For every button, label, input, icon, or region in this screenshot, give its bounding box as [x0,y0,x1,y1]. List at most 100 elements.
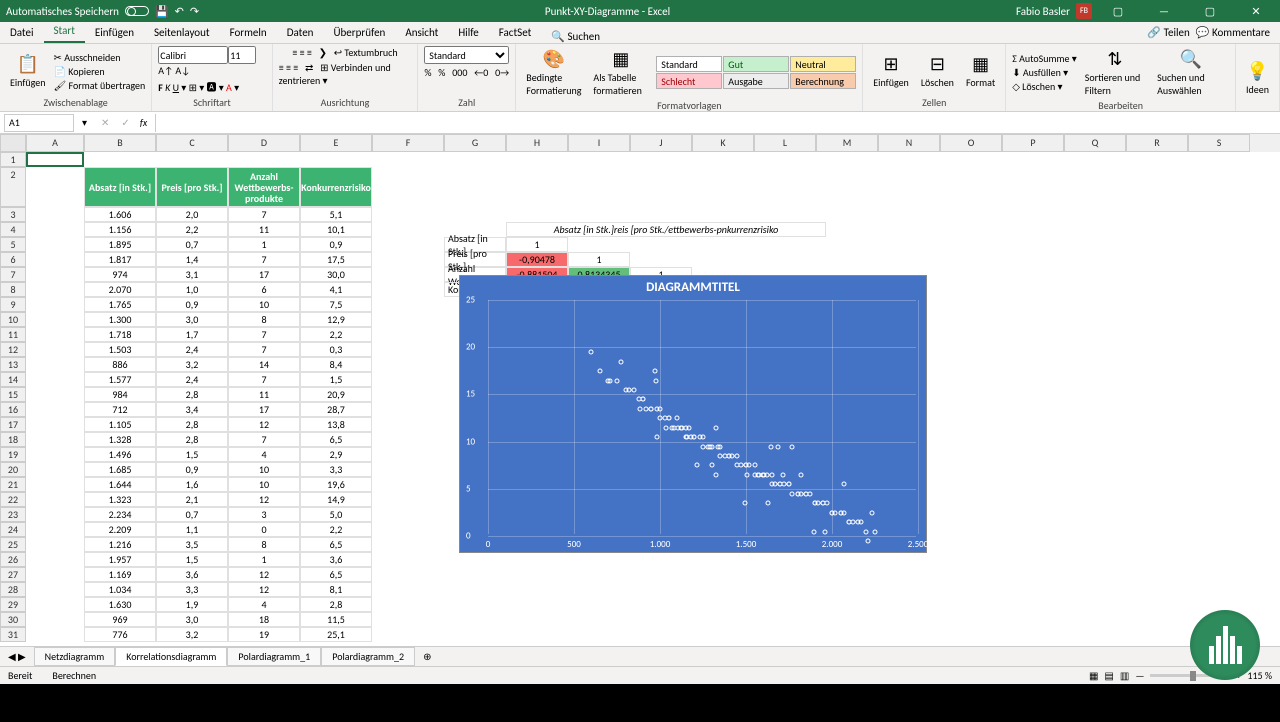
cell[interactable]: 7 [228,432,300,447]
cell[interactable]: 1.105 [84,417,156,432]
cell[interactable]: 5,1 [300,207,372,222]
cell[interactable]: 7 [228,327,300,342]
table-format-button[interactable]: ▦Als Tabelle formatieren [589,46,652,99]
cell[interactable]: 1.765 [84,297,156,312]
cell[interactable]: 7,5 [300,297,372,312]
col-head[interactable]: D [228,134,300,152]
user-avatar[interactable]: FB [1076,3,1092,19]
cell[interactable]: 10 [228,462,300,477]
cell[interactable]: 11 [228,222,300,237]
cell[interactable]: 969 [84,612,156,627]
cell[interactable]: 1.496 [84,447,156,462]
row-head[interactable]: 12 [0,342,26,357]
cell[interactable]: Anzahl Wettbewerbs-produkte [228,167,300,207]
cell[interactable]: 2.070 [84,282,156,297]
cell[interactable]: 10 [228,477,300,492]
number-format[interactable]: Standard [424,46,509,64]
cell[interactable]: 18 [228,612,300,627]
cell[interactable]: 8 [228,537,300,552]
cell[interactable]: 0,3 [300,342,372,357]
cell[interactable]: 2,8 [300,597,372,612]
cell[interactable]: Preis [pro Stk.] [156,167,228,207]
cell[interactable]: 1.644 [84,477,156,492]
fill-button[interactable]: ⬇ Ausfüllen ▾ [1012,66,1077,79]
row-head[interactable]: 25 [0,537,26,552]
close-icon[interactable]: ✕ [1236,1,1276,21]
col-head[interactable]: C [156,134,228,152]
cell[interactable]: 1,1 [156,522,228,537]
cell[interactable]: 12,9 [300,312,372,327]
cell[interactable]: 3,2 [156,357,228,372]
name-box[interactable] [4,114,74,132]
cell[interactable]: 25,1 [300,627,372,642]
cell[interactable]: 12 [228,492,300,507]
cell[interactable]: 1.300 [84,312,156,327]
cell[interactable]: 1,5 [156,552,228,567]
cell[interactable]: 1.817 [84,252,156,267]
cell[interactable]: 0,9 [156,462,228,477]
cell[interactable]: 4 [228,597,300,612]
cell[interactable]: 1.156 [84,222,156,237]
cell[interactable]: 0,7 [156,507,228,522]
col-head[interactable]: R [1126,134,1188,152]
col-head[interactable]: B [84,134,156,152]
style-schlecht[interactable]: Schlecht [656,73,722,89]
col-head[interactable]: N [878,134,940,152]
chart[interactable]: DIAGRAMMTITEL 051015202505001.0001.5002.… [459,275,927,553]
cell[interactable]: 3,1 [156,267,228,282]
row-head[interactable]: 22 [0,492,26,507]
fx-icon[interactable]: fx [140,116,147,129]
tab-insert[interactable]: Einfügen [85,22,144,43]
col-head[interactable]: K [692,134,754,152]
insert-cells-button[interactable]: ⊞Einfügen [869,51,913,91]
zoom-value[interactable]: 115 % [1247,669,1272,682]
cell[interactable]: 2,8 [156,387,228,402]
cell[interactable]: 1,5 [156,447,228,462]
format-painter-button[interactable]: 🖌 Format übertragen [54,79,146,92]
cell[interactable]: 2,4 [156,342,228,357]
row-head[interactable]: 26 [0,552,26,567]
cell[interactable]: 0 [228,522,300,537]
cell[interactable]: 17 [228,267,300,282]
tab-home[interactable]: Start [44,20,85,43]
col-head[interactable]: O [940,134,1002,152]
merge-row[interactable]: ≡ ≡ ≡ ⇄ ⊞ Verbinden und zentrieren ▾ [279,61,412,87]
autosave-toggle[interactable] [125,6,149,16]
cell[interactable]: 6 [228,282,300,297]
cell[interactable]: 2,2 [300,522,372,537]
cell[interactable]: 886 [84,357,156,372]
col-head[interactable]: I [568,134,630,152]
tab-data[interactable]: Daten [277,22,324,43]
select-all[interactable] [0,134,26,152]
tab-layout[interactable]: Seitenlayout [144,22,220,43]
cell[interactable]: 3,6 [156,567,228,582]
cell[interactable]: 7 [228,342,300,357]
cell[interactable]: 3,3 [156,582,228,597]
cell[interactable]: 1,9 [156,597,228,612]
cell[interactable]: 984 [84,387,156,402]
cell[interactable]: 0,9 [156,297,228,312]
maximize-icon[interactable]: ▢ [1190,1,1230,21]
row-head[interactable]: 15 [0,387,26,402]
cell[interactable]: 1,7 [156,327,228,342]
view-normal-icon[interactable]: ▦ [1089,669,1098,682]
cell[interactable]: 1.323 [84,492,156,507]
number-buttons[interactable]: % % 000 ←0 0→ [424,66,509,79]
cell[interactable]: 2,9 [300,447,372,462]
row-head[interactable]: 21 [0,477,26,492]
cell[interactable]: 6,5 [300,432,372,447]
tab-file[interactable]: Datei [0,22,44,43]
cell[interactable]: 8 [228,312,300,327]
cell[interactable]: 1.503 [84,342,156,357]
cell[interactable]: 1.630 [84,597,156,612]
sheet-tab-korr[interactable]: Korrelationsdiagramm [115,647,227,666]
cell[interactable]: 776 [84,627,156,642]
cell[interactable]: 6,5 [300,567,372,582]
tab-review[interactable]: Überprüfen [323,22,395,43]
cell[interactable]: 10,1 [300,222,372,237]
cell[interactable]: 1 [568,252,630,267]
ribbon-mode-icon[interactable]: ▢ [1098,1,1138,21]
cell[interactable]: 1.169 [84,567,156,582]
col-head[interactable]: L [754,134,816,152]
ideas-button[interactable]: 💡Ideen [1242,58,1273,98]
